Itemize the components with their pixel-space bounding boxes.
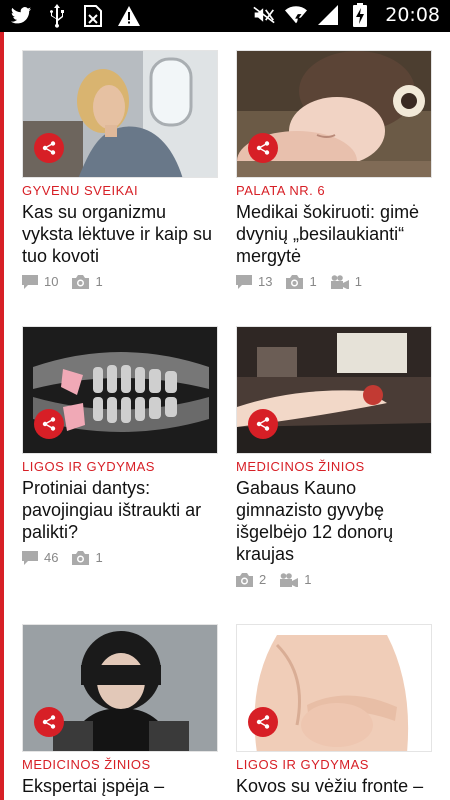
- comment-icon: [22, 274, 38, 289]
- article-card[interactable]: LIGOS IR GYDYMAS Protiniai dantys: pavoj…: [22, 326, 218, 565]
- article-card[interactable]: MEDICINOS ŽINIOS Ekspertai įspėja –: [22, 624, 218, 797]
- article-image[interactable]: [236, 624, 432, 752]
- share-icon: [256, 141, 270, 155]
- sim-icon: [82, 4, 104, 28]
- share-icon: [256, 715, 270, 729]
- share-icon: [256, 417, 270, 431]
- article-title[interactable]: Medikai šokiruoti: gimė dvynių „besilauk…: [236, 201, 432, 267]
- video-icon: [330, 274, 349, 289]
- article-category[interactable]: MEDICINOS ŽINIOS: [236, 459, 432, 474]
- article-category[interactable]: LIGOS IR GYDYMAS: [22, 459, 218, 474]
- clock: 20:08: [385, 4, 440, 26]
- comment-icon: [22, 550, 38, 565]
- article-category[interactable]: MEDICINOS ŽINIOS: [22, 757, 218, 772]
- share-button[interactable]: [248, 707, 278, 737]
- article-title[interactable]: Gabaus Kauno gimnazisto gyvybę išgelbėjo…: [236, 477, 432, 565]
- usb-icon: [46, 4, 68, 28]
- photo-count: 1: [95, 274, 103, 289]
- comment-icon: [236, 274, 252, 289]
- share-button[interactable]: [248, 133, 278, 163]
- article-image[interactable]: [22, 624, 218, 752]
- article-image[interactable]: [236, 50, 432, 178]
- article-image[interactable]: [22, 326, 218, 454]
- camera-icon: [72, 550, 90, 565]
- article-title[interactable]: Ekspertai įspėja –: [22, 775, 218, 797]
- article-card[interactable]: MEDICINOS ŽINIOS Gabaus Kauno gimnazisto…: [236, 326, 432, 587]
- article-image[interactable]: [22, 50, 218, 178]
- share-icon: [42, 417, 56, 431]
- comment-count: 46: [44, 550, 59, 565]
- article-meta: 46 1: [22, 550, 218, 565]
- article-card[interactable]: PALATA NR. 6 Medikai šokiruoti: gimė dvy…: [236, 50, 432, 289]
- status-bar: 20:08: [0, 0, 450, 32]
- photo-count: 2: [259, 572, 267, 587]
- share-icon: [42, 141, 56, 155]
- article-meta: 13 1 1: [236, 274, 432, 289]
- video-count: 1: [304, 572, 312, 587]
- article-title[interactable]: Kovos su vėžiu fronte –: [236, 775, 432, 797]
- wifi-icon: [285, 3, 308, 27]
- accent-stripe: [0, 32, 4, 800]
- camera-icon: [286, 274, 304, 289]
- photo-count: 1: [309, 274, 317, 289]
- share-icon: [42, 715, 56, 729]
- video-count: 1: [354, 274, 362, 289]
- article-meta: 2 1: [236, 572, 432, 587]
- share-button[interactable]: [34, 409, 64, 439]
- share-button[interactable]: [248, 409, 278, 439]
- share-button[interactable]: [34, 133, 64, 163]
- comment-count: 13: [258, 274, 273, 289]
- camera-icon: [72, 274, 90, 289]
- article-card[interactable]: GYVENU SVEIKAI Kas su organizmu vyksta l…: [22, 50, 218, 289]
- article-title[interactable]: Protiniai dantys: pavojingiau ištraukti …: [22, 477, 218, 543]
- article-category[interactable]: LIGOS IR GYDYMAS: [236, 757, 432, 772]
- article-image[interactable]: [236, 326, 432, 454]
- camera-icon: [236, 572, 253, 587]
- battery-charging-icon: [349, 3, 371, 27]
- article-card[interactable]: LIGOS IR GYDYMAS Kovos su vėžiu fronte –: [236, 624, 432, 797]
- share-button[interactable]: [34, 707, 64, 737]
- comment-count: 10: [44, 274, 59, 289]
- article-category[interactable]: GYVENU SVEIKAI: [22, 183, 218, 198]
- warning-icon: [118, 4, 140, 28]
- video-icon: [280, 572, 299, 587]
- signal-icon: [317, 3, 339, 27]
- photo-count: 1: [95, 550, 103, 565]
- article-category[interactable]: PALATA NR. 6: [236, 183, 432, 198]
- article-title[interactable]: Kas su organizmu vyksta lėktuve ir kaip …: [22, 201, 218, 267]
- mute-icon: [253, 3, 275, 27]
- article-meta: 10 1: [22, 274, 218, 289]
- twitter-icon: [10, 4, 32, 28]
